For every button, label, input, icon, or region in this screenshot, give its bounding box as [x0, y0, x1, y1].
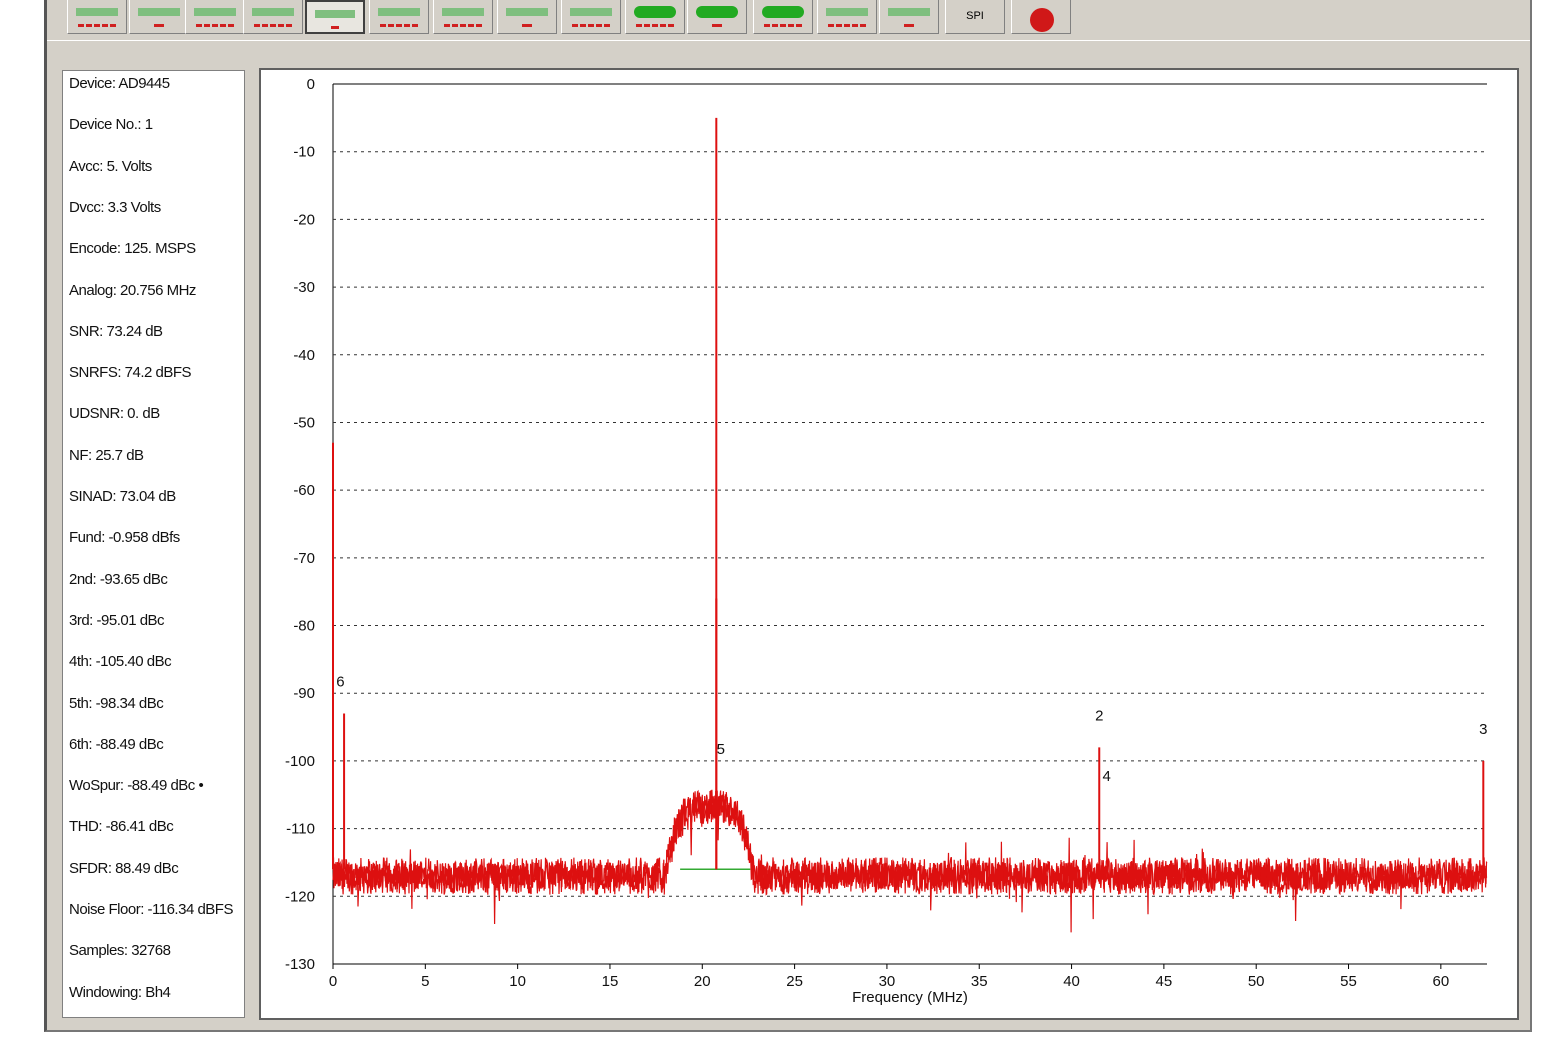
info-line: 2nd: -93.65 dBc	[69, 570, 168, 588]
x-tick-label: 15	[602, 973, 619, 990]
info-line: SNRFS: 74.2 dBFS	[69, 364, 192, 382]
info-line: SINAD: 73.04 dB	[69, 488, 176, 505]
toolbar-button-13[interactable]	[817, 0, 877, 34]
y-tick-label: -30	[293, 279, 315, 296]
info-line: Encode: 125. MSPS	[69, 240, 196, 258]
analyzer-window: SPI Device: AD9445 Device No.: 1 Avcc: 5. …	[44, 0, 1532, 1032]
x-tick-label: 20	[694, 973, 711, 990]
toolbar-button-16[interactable]	[1011, 0, 1071, 34]
x-tick-label: 10	[509, 973, 526, 990]
y-tick-label: -60	[293, 482, 315, 499]
x-tick-label: 35	[971, 973, 988, 990]
toolbar-button-11[interactable]	[687, 0, 747, 34]
toolbar-button-8[interactable]	[497, 0, 557, 34]
y-tick-label: -80	[293, 618, 315, 635]
info-line: SFDR: 88.49 dBc	[69, 859, 179, 877]
info-line: Device: AD9445	[69, 75, 170, 92]
harmonic-label: 6	[336, 673, 344, 690]
fft-chart: 0 -10 -20 -30 -40 -50 -60 -70 -80 -90 -100 -110 -120…	[285, 76, 1488, 1006]
info-line: Device No.: 1	[69, 116, 153, 134]
spi-label: SPI	[966, 10, 984, 22]
y-tick-label: -100	[285, 753, 315, 770]
y-tick-label: -40	[293, 347, 315, 364]
y-tick-label: -90	[293, 685, 315, 702]
measurement-panel: Device: AD9445 Device No.: 1 Avcc: 5. Volt…	[62, 70, 245, 1018]
x-tick-label: 25	[786, 973, 803, 990]
y-tick-label: -10	[293, 144, 315, 161]
toolbar-button-5[interactable]	[305, 0, 365, 34]
x-tick-label: 0	[329, 973, 337, 990]
x-tick-label: 60	[1432, 973, 1449, 990]
info-line: Avcc: 5. Volts	[69, 157, 152, 175]
toolbar-button-3[interactable]	[185, 0, 245, 34]
toolbar-button-14[interactable]	[879, 0, 939, 34]
toolbar-button-1[interactable]	[67, 0, 127, 34]
fft-plot-panel: 0 -10 -20 -30 -40 -50 -60 -70 -80 -90 -100 -110 -120…	[259, 68, 1519, 1020]
spectrum-trace-fill	[332, 795, 1488, 891]
y-tick-label: -110	[286, 821, 315, 838]
info-line: THD: -86.41 dBc	[69, 818, 174, 836]
info-line: 4th: -105.40 dBc	[69, 653, 172, 671]
toolbar-button-6[interactable]	[369, 0, 429, 34]
info-line: Dvcc: 3.3 Volts	[69, 198, 161, 216]
info-line: Fund: -0.958 dBfs	[69, 529, 180, 547]
info-line: WoSpur: -88.49 dBc •	[69, 777, 204, 795]
x-tick-label: 40	[1063, 973, 1080, 990]
y-tick-label: -20	[293, 211, 315, 228]
x-tick-label: 50	[1248, 973, 1265, 990]
toolbar-separator	[47, 40, 1530, 41]
toolbar-button-2[interactable]	[129, 0, 189, 34]
toolbar-button-10[interactable]	[625, 0, 685, 34]
harmonic-label: 3	[1479, 721, 1487, 738]
info-line: 6th: -88.49 dBc	[69, 735, 164, 753]
toolbar-button-15[interactable]: SPI	[945, 0, 1005, 34]
x-tick-label: 55	[1340, 973, 1357, 990]
toolbar-button-9[interactable]	[561, 0, 621, 34]
x-axis-label: Frequency (MHz)	[852, 989, 968, 1006]
harmonic-label: 2	[1095, 707, 1103, 724]
info-line: Noise Floor: -116.34 dBFS	[69, 901, 233, 918]
y-tick-label: -50	[293, 414, 315, 431]
toolbar-button-12[interactable]	[753, 0, 813, 34]
x-tick-label: 45	[1156, 973, 1173, 990]
toolbar-button-7[interactable]	[433, 0, 493, 34]
toolbar-button-4[interactable]	[243, 0, 303, 34]
info-line: 5th: -98.34 dBc	[69, 694, 164, 712]
y-tick-label: -120	[285, 888, 315, 905]
harmonic-label: 5	[717, 741, 725, 758]
y-tick-label: -130	[285, 956, 315, 973]
toolbar: SPI	[47, 0, 1530, 44]
info-line: Samples: 32768	[69, 942, 171, 960]
x-tick-label: 5	[421, 973, 429, 990]
info-line: SNR: 73.24 dB	[69, 322, 163, 340]
info-line: UDSNR: 0. dB	[69, 405, 160, 423]
y-tick-label: 0	[307, 76, 315, 93]
harmonic-label: 4	[1102, 768, 1110, 785]
info-line: Windowing: Bh4	[69, 983, 171, 1001]
info-line: 3rd: -95.01 dBc	[69, 611, 165, 629]
spectrum-trace	[332, 789, 1488, 933]
info-line: Analog: 20.756 MHz	[69, 281, 196, 299]
x-tick-label: 30	[879, 973, 896, 990]
info-line: NF: 25.7 dB	[69, 446, 144, 464]
y-tick-label: -70	[293, 550, 315, 567]
